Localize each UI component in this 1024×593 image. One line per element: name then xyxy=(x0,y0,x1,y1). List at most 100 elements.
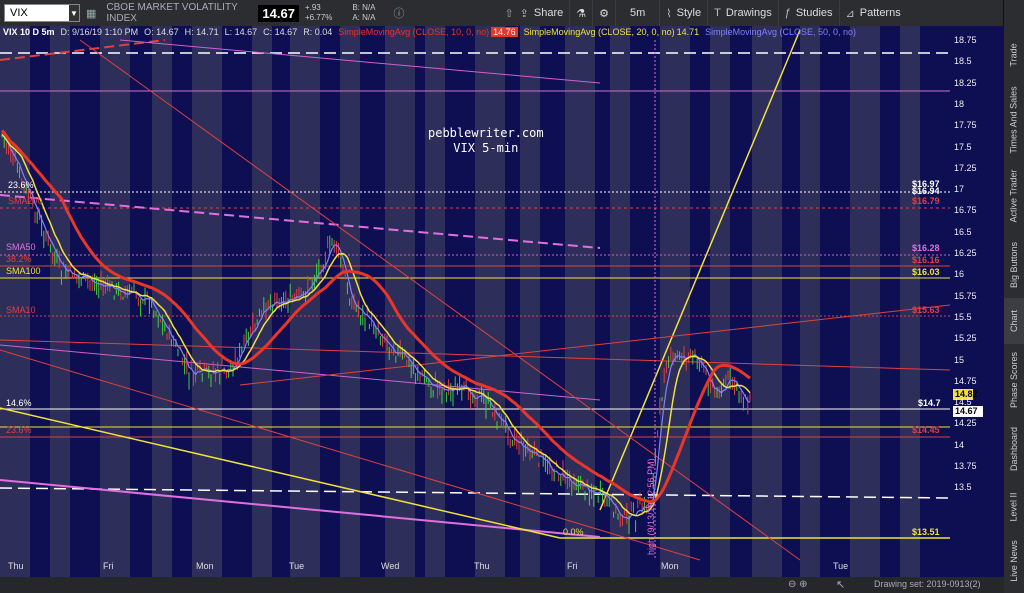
price-axis-label: 17 xyxy=(954,184,965,195)
sma200-label: SMA200 xyxy=(8,196,43,206)
session-band xyxy=(50,26,70,577)
price-tag-text-1482: 14.82 xyxy=(955,389,978,399)
sidebar-tab-live-news[interactable]: Live News xyxy=(1004,532,1024,590)
flask-icon: ⚗ xyxy=(576,7,587,20)
sma100-label: SMA100 xyxy=(6,266,41,276)
style-button[interactable]: ⌇ Style xyxy=(659,0,707,26)
dropdown-arrow-icon[interactable]: ▼ xyxy=(69,5,79,21)
price-tag-text-1467: 14.67 xyxy=(955,406,978,416)
bid: B: N/A xyxy=(352,3,376,12)
sma10-level-label: SMA10 xyxy=(6,305,36,315)
session-band xyxy=(660,26,690,577)
style-icon: ⌇ xyxy=(666,7,672,20)
sidebar-tab-dashboard[interactable]: Dashboard xyxy=(1004,416,1024,482)
price-label-1694: $16.94 xyxy=(912,186,940,196)
sidebar-tab-active-trader[interactable]: Active Trader xyxy=(1004,160,1024,232)
sidebar-tab-chart[interactable]: Chart xyxy=(1004,298,1024,344)
sidebar-tab-phase-scores[interactable]: Phase Scores xyxy=(1004,344,1024,416)
chart-title: VIX 10 D 5m xyxy=(3,27,55,37)
settings-button[interactable]: ⚙ xyxy=(592,0,615,26)
sma20-study-value: 14.71 xyxy=(676,27,700,37)
sma10-study-value: 14.76 xyxy=(491,27,518,37)
level-146-label: 14.6% xyxy=(6,398,32,408)
symbol-full-name: CBOE MARKET VOLATILITY INDEX xyxy=(106,2,238,24)
price-chart[interactable] xyxy=(0,26,1004,593)
sma50-level-label: SMA50 xyxy=(6,242,36,252)
net-change: +.93 xyxy=(304,3,321,12)
bar-close: C: 14.67 xyxy=(263,27,298,37)
drawing-set-status[interactable]: Drawing set: 2019-0913(2) xyxy=(874,579,981,589)
gear-icon: ⚙ xyxy=(599,7,609,20)
footer-bar xyxy=(0,577,1004,593)
time-axis-label: Thu xyxy=(8,561,24,571)
price-axis-label: 18.75 xyxy=(954,35,977,45)
arrow-up-icon[interactable]: ⇧ xyxy=(504,7,513,20)
fib-0-label: 0.0% xyxy=(563,527,584,537)
style-label: Style xyxy=(676,7,702,19)
price-axis-label: 15 xyxy=(954,354,965,365)
bar-low: L: 14.67 xyxy=(224,27,258,37)
drawings-button[interactable]: T Drawings xyxy=(707,0,778,26)
price-axis-label: 17.75 xyxy=(954,120,977,131)
share-button[interactable]: ⇪ Share xyxy=(514,0,570,26)
sidebar-tab-big-buttons[interactable]: Big Buttons xyxy=(1004,232,1024,298)
price-label-1628: $16.28 xyxy=(912,243,940,253)
price-axis-label: 13.5 xyxy=(954,482,972,493)
time-axis-label: Mon xyxy=(661,561,679,571)
price-axis-label: 15.25 xyxy=(954,333,977,344)
patterns-button[interactable]: ⊿ Patterns xyxy=(838,0,907,26)
studies-button[interactable]: ƒ Studies xyxy=(777,0,839,26)
timeframe-button[interactable]: 5m xyxy=(614,0,659,26)
studies-label: Studies xyxy=(795,7,833,19)
zoom-icon[interactable]: ⊖ ⊕ xyxy=(788,579,808,590)
cursor-icon[interactable]: ↖ xyxy=(836,578,845,591)
session-band xyxy=(800,26,820,577)
session-band xyxy=(900,26,920,577)
ask: A: N/A xyxy=(352,13,376,22)
watermark-line-2: VIX 5-min xyxy=(453,141,519,155)
timeframe-label: 5m xyxy=(629,7,646,19)
watermark-line-1: pebblewriter.com xyxy=(428,126,544,140)
session-band xyxy=(290,26,320,577)
bar-open: O: 14.67 xyxy=(144,27,179,37)
fib-382-label: 38.2% xyxy=(6,254,32,264)
patterns-label: Patterns xyxy=(859,7,901,19)
price-axis-label: 16.5 xyxy=(954,226,972,237)
price-label-1445: $14.45 xyxy=(912,425,940,435)
price-axis-label: 13.75 xyxy=(954,461,977,471)
sidebar-tab-trade[interactable]: Trade xyxy=(1004,30,1024,80)
grid-icon[interactable]: ▦ xyxy=(86,7,96,20)
time-axis-label: Tue xyxy=(833,561,849,571)
symbol-selector[interactable]: VIX ▼ xyxy=(4,4,80,22)
change-block: +.93 +6.77% xyxy=(305,3,332,23)
time-axis-label: Tue xyxy=(289,561,305,571)
price-axis-label: 18.5 xyxy=(954,56,972,67)
time-axis-label: Mon xyxy=(196,561,214,571)
price-label-1679: $16.79 xyxy=(912,196,940,206)
price-axis-label: 16 xyxy=(954,269,965,280)
bid-ask-block: B: N/A A: N/A xyxy=(352,3,375,23)
time-axis-label: Wed xyxy=(381,561,400,571)
symbol-text: VIX xyxy=(10,7,28,19)
price-axis-label: 18 xyxy=(954,98,965,109)
sma50-study-label[interactable]: SimpleMovingAvg (CLOSE, 50, 0, no) xyxy=(705,27,856,37)
sidebar-tab-times-and-sales[interactable]: Times And Sales xyxy=(1004,80,1024,160)
sma20-study-label[interactable]: SimpleMovingAvg (CLOSE, 20, 0, no) xyxy=(524,27,675,37)
fib-236b-label: 23.6% xyxy=(6,425,32,435)
price-axis-label: 14.25 xyxy=(954,418,977,429)
chart-info-bar: VIX 10 D 5m D: 9/16/19 1:10 PM O: 14.67 … xyxy=(0,26,862,38)
price-axis-label: 16.75 xyxy=(954,205,977,216)
watermark-text: pebblewriter.com VIX 5-min xyxy=(428,126,544,156)
session-band xyxy=(0,26,30,577)
info-icon[interactable]: ⓘ xyxy=(393,5,404,21)
price-axis-label: 15.75 xyxy=(954,290,977,301)
sidebar-tab-level-ii[interactable]: Level II xyxy=(1004,482,1024,532)
price-label-1563: $15.63 xyxy=(912,305,940,315)
right-sidebar: Trade Times And Sales Active Trader Big … xyxy=(1003,0,1024,593)
flask-button[interactable]: ⚗ xyxy=(569,0,592,26)
last-price: 14.67 xyxy=(258,4,299,22)
sma10-study-label[interactable]: SimpleMovingAvg (CLOSE, 10, 0, no) xyxy=(338,27,489,37)
session-band xyxy=(710,26,730,577)
share-label: Share xyxy=(533,7,564,19)
drawings-label: Drawings xyxy=(725,7,772,19)
